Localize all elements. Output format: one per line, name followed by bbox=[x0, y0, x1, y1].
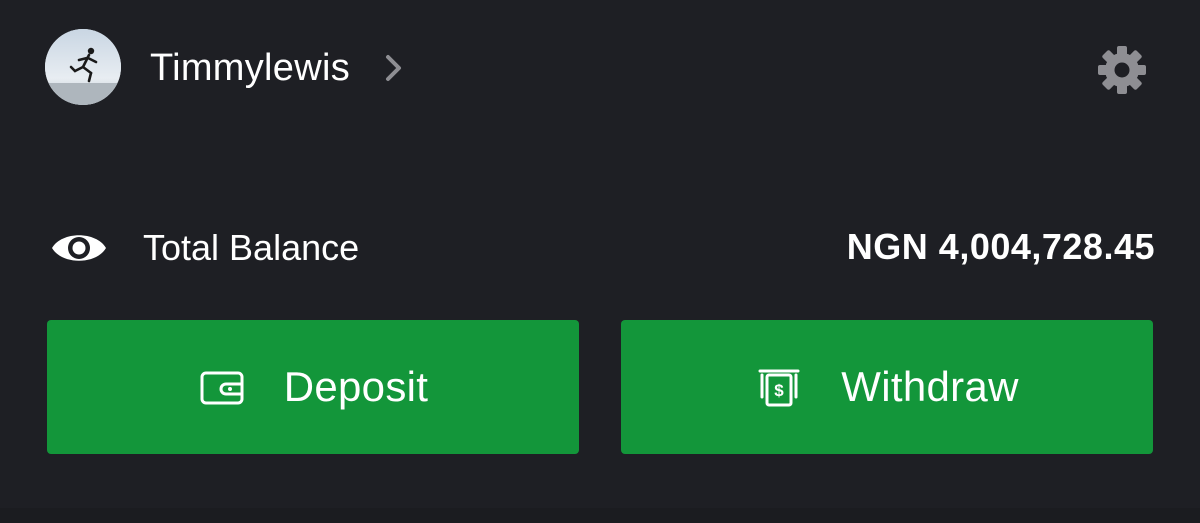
gear-icon[interactable] bbox=[1094, 42, 1150, 98]
total-balance-row: Total Balance NGN 4,004,728.45 bbox=[0, 220, 1200, 276]
total-balance-label: Total Balance bbox=[143, 227, 360, 268]
deposit-button[interactable]: Deposit bbox=[47, 320, 579, 454]
svg-text:$: $ bbox=[775, 381, 785, 400]
deposit-label: Deposit bbox=[283, 363, 429, 410]
profile-link[interactable]: Timmylewis bbox=[150, 40, 404, 96]
username: Timmylewis bbox=[150, 46, 351, 89]
avatar[interactable] bbox=[45, 29, 121, 105]
eye-icon[interactable] bbox=[50, 226, 108, 270]
wallet-icon bbox=[198, 363, 246, 411]
chevron-right-icon bbox=[384, 53, 404, 83]
atm-cash-icon: $ bbox=[755, 363, 803, 411]
withdraw-button[interactable]: $ Withdraw bbox=[621, 320, 1153, 454]
total-balance-amount: NGN 4,004,728.45 bbox=[846, 226, 1155, 267]
account-header: Timmylewis bbox=[0, 0, 1200, 140]
avatar-photo bbox=[45, 29, 121, 105]
withdraw-label: Withdraw bbox=[841, 363, 1019, 410]
bottom-divider bbox=[0, 508, 1200, 523]
